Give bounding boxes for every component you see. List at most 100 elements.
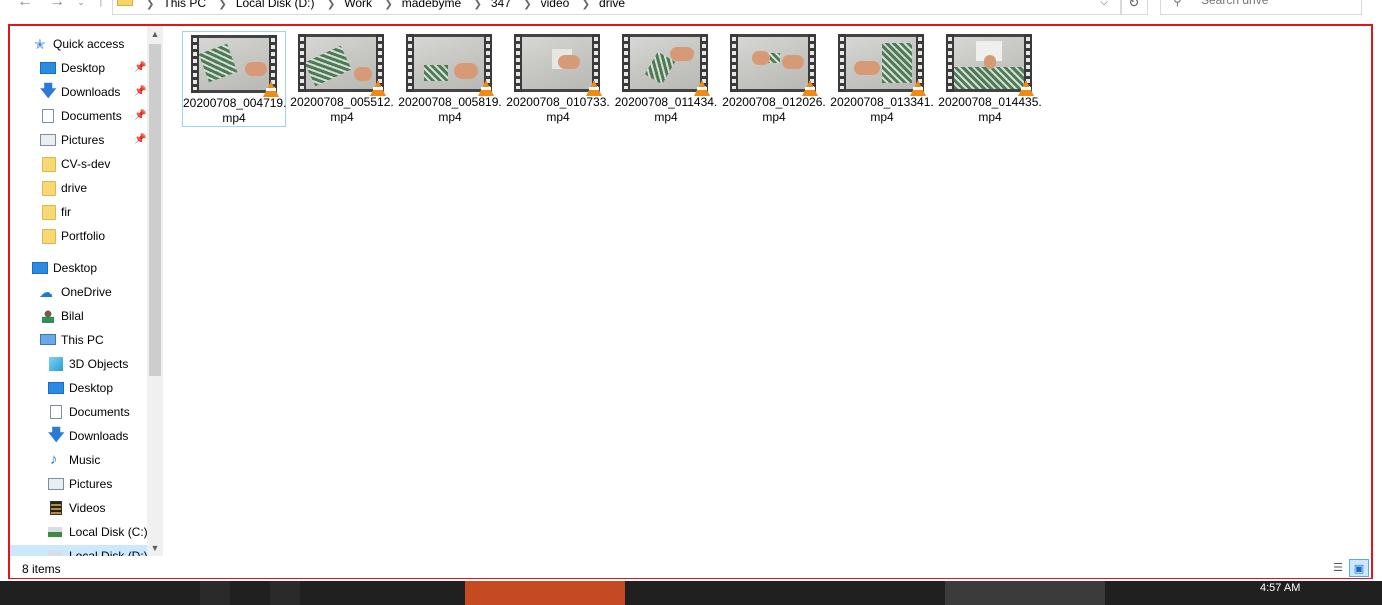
address-bar-row: ← → ⌄ ↑ ❯ This PC ❯ Local Disk (D:) ❯ Work … bbox=[0, 0, 1382, 16]
item-count: 8 items bbox=[22, 562, 61, 576]
nav-item-bilal[interactable]: Bilal bbox=[10, 305, 147, 327]
nav-item-desktop-root[interactable]: Desktop bbox=[10, 257, 147, 279]
breadcrumb-item[interactable]: Work bbox=[344, 0, 372, 10]
search-icon: ⚲ bbox=[1173, 0, 1182, 8]
videos-icon bbox=[50, 501, 62, 515]
status-bar: 8 items ☰ ▣ bbox=[10, 558, 1371, 578]
taskbar-clock[interactable]: 4:57 AM bbox=[1260, 582, 1300, 594]
nav-label: fir bbox=[61, 205, 71, 219]
nav-item-this-pc[interactable]: This PC bbox=[10, 329, 147, 351]
nav-item-local-disk-c[interactable]: Local Disk (C:) bbox=[10, 521, 147, 543]
breadcrumb-item[interactable]: Local Disk (D:) bbox=[236, 0, 315, 10]
up-arrow-icon[interactable]: ↑ bbox=[90, 0, 112, 16]
nav-item-desktop[interactable]: Desktop 📌 bbox=[10, 57, 147, 79]
file-tile[interactable]: 20200708_005512. mp4 bbox=[290, 31, 394, 127]
taskbar-app-icon[interactable] bbox=[270, 581, 300, 605]
nav-pane-scrollbar[interactable]: ▲ ▼ bbox=[147, 26, 163, 556]
details-view-icon[interactable]: ☰ bbox=[1328, 559, 1348, 577]
nav-label: drive bbox=[61, 181, 88, 195]
fabric-shape bbox=[954, 67, 1024, 89]
desktop-icon bbox=[32, 262, 48, 274]
nav-item-documents[interactable]: Documents 📌 bbox=[10, 105, 147, 127]
forward-arrow-icon[interactable]: → bbox=[46, 0, 68, 16]
nav-label: Desktop bbox=[61, 61, 106, 75]
nav-quick-access[interactable]: ✭ Quick access bbox=[10, 33, 147, 55]
refresh-icon[interactable]: ↻ bbox=[1120, 0, 1148, 15]
nav-item-cv-s-dev[interactable]: CV-s-dev bbox=[10, 153, 147, 175]
large-icons-view-icon[interactable]: ▣ bbox=[1349, 559, 1369, 577]
nav-item-pc-downloads[interactable]: 🡇 Downloads bbox=[10, 425, 147, 447]
nav-item-local-disk-d[interactable]: Local Disk (D:) bbox=[10, 545, 147, 556]
file-tile[interactable]: 20200708_010733. mp4 bbox=[506, 31, 610, 127]
vlc-cone-icon bbox=[802, 80, 818, 96]
file-tile[interactable]: 20200708_014435. mp4 bbox=[938, 31, 1042, 127]
film-strip-icon bbox=[622, 34, 630, 92]
taskbar-app-icon[interactable] bbox=[200, 581, 230, 605]
video-frame bbox=[846, 37, 916, 89]
fabric-shape bbox=[424, 65, 448, 81]
nav-label: Downloads bbox=[61, 85, 121, 99]
scroll-down-icon[interactable]: ▼ bbox=[147, 540, 163, 556]
file-tile[interactable]: 20200708_013341. mp4 bbox=[830, 31, 934, 127]
nav-label: Music bbox=[69, 453, 101, 467]
film-strip-icon bbox=[730, 34, 738, 92]
search-box[interactable]: ⚲ bbox=[1160, 0, 1362, 15]
nav-item-music[interactable]: ♪ Music bbox=[10, 449, 147, 471]
hand-shape bbox=[454, 63, 478, 79]
3d-objects-icon bbox=[49, 357, 63, 371]
nav-item-onedrive[interactable]: ☁ OneDrive bbox=[10, 281, 147, 303]
user-icon bbox=[42, 309, 54, 323]
address-dropdown-chevron-icon[interactable]: ⌵ bbox=[1096, 0, 1112, 16]
pictures-icon bbox=[40, 134, 56, 146]
breadcrumb-item[interactable]: 347 bbox=[491, 0, 511, 10]
nav-label: Videos bbox=[69, 501, 106, 515]
local-disk-icon bbox=[48, 551, 62, 556]
nav-label: Downloads bbox=[69, 429, 129, 443]
file-tile[interactable]: 20200708_011434. mp4 bbox=[614, 31, 718, 127]
hand-shape bbox=[558, 55, 580, 69]
video-frame bbox=[738, 37, 808, 89]
file-name: 20200708_010733. mp4 bbox=[506, 95, 610, 124]
pin-icon: 📌 bbox=[134, 86, 147, 97]
file-tile[interactable]: 20200708_012026. mp4 bbox=[722, 31, 826, 127]
video-thumbnail bbox=[298, 34, 386, 96]
nav-item-portfolio[interactable]: Portfolio bbox=[10, 225, 147, 247]
nav-item-3d-objects[interactable]: 3D Objects bbox=[10, 353, 147, 375]
nav-label: Pictures bbox=[61, 133, 105, 147]
video-thumbnail bbox=[838, 34, 926, 96]
nav-item-pc-desktop[interactable]: Desktop bbox=[10, 377, 147, 399]
taskbar-app-icon[interactable] bbox=[945, 581, 1105, 605]
file-tile[interactable]: 20200708_004719. mp4 bbox=[182, 31, 286, 127]
vlc-cone-icon bbox=[370, 80, 386, 96]
taskbar-active-app[interactable] bbox=[465, 581, 625, 605]
breadcrumb-item[interactable]: drive bbox=[599, 0, 625, 10]
video-frame bbox=[414, 37, 484, 89]
vlc-cone-icon bbox=[586, 80, 602, 96]
nav-label: Desktop bbox=[69, 381, 114, 395]
search-input[interactable] bbox=[1199, 0, 1353, 8]
film-strip-icon bbox=[838, 34, 846, 92]
nav-item-pc-documents[interactable]: Documents bbox=[10, 401, 147, 423]
back-arrow-icon[interactable]: ← bbox=[14, 0, 36, 16]
fabric-shape bbox=[306, 45, 352, 87]
breadcrumb-item[interactable]: video bbox=[541, 0, 570, 10]
file-tile[interactable]: 20200708_005819. mp4 bbox=[398, 31, 502, 127]
breadcrumb-item[interactable]: madebyme bbox=[402, 0, 461, 10]
pin-icon: 📌 bbox=[134, 134, 147, 145]
nav-item-drive[interactable]: drive bbox=[10, 177, 147, 199]
scrollbar-thumb[interactable] bbox=[149, 44, 161, 376]
address-bar[interactable]: ❯ This PC ❯ Local Disk (D:) ❯ Work ❯ madebym… bbox=[112, 0, 1122, 15]
nav-item-pictures[interactable]: Pictures 📌 bbox=[10, 129, 147, 151]
vlc-cone-icon bbox=[1018, 80, 1034, 96]
nav-item-videos[interactable]: Videos bbox=[10, 497, 147, 519]
hand-shape bbox=[984, 55, 996, 69]
nav-item-downloads[interactable]: 🡇 Downloads 📌 bbox=[10, 81, 147, 103]
nav-item-fir[interactable]: fir bbox=[10, 201, 147, 223]
scroll-up-icon[interactable]: ▲ bbox=[147, 26, 163, 42]
file-name: 20200708_014435. mp4 bbox=[938, 95, 1042, 124]
nav-item-pc-pictures[interactable]: Pictures bbox=[10, 473, 147, 495]
breadcrumb-item[interactable]: This PC bbox=[163, 0, 206, 10]
documents-icon bbox=[50, 405, 62, 419]
recent-locations-chevron-icon[interactable]: ⌄ bbox=[70, 0, 92, 16]
hand-shape bbox=[752, 51, 770, 65]
